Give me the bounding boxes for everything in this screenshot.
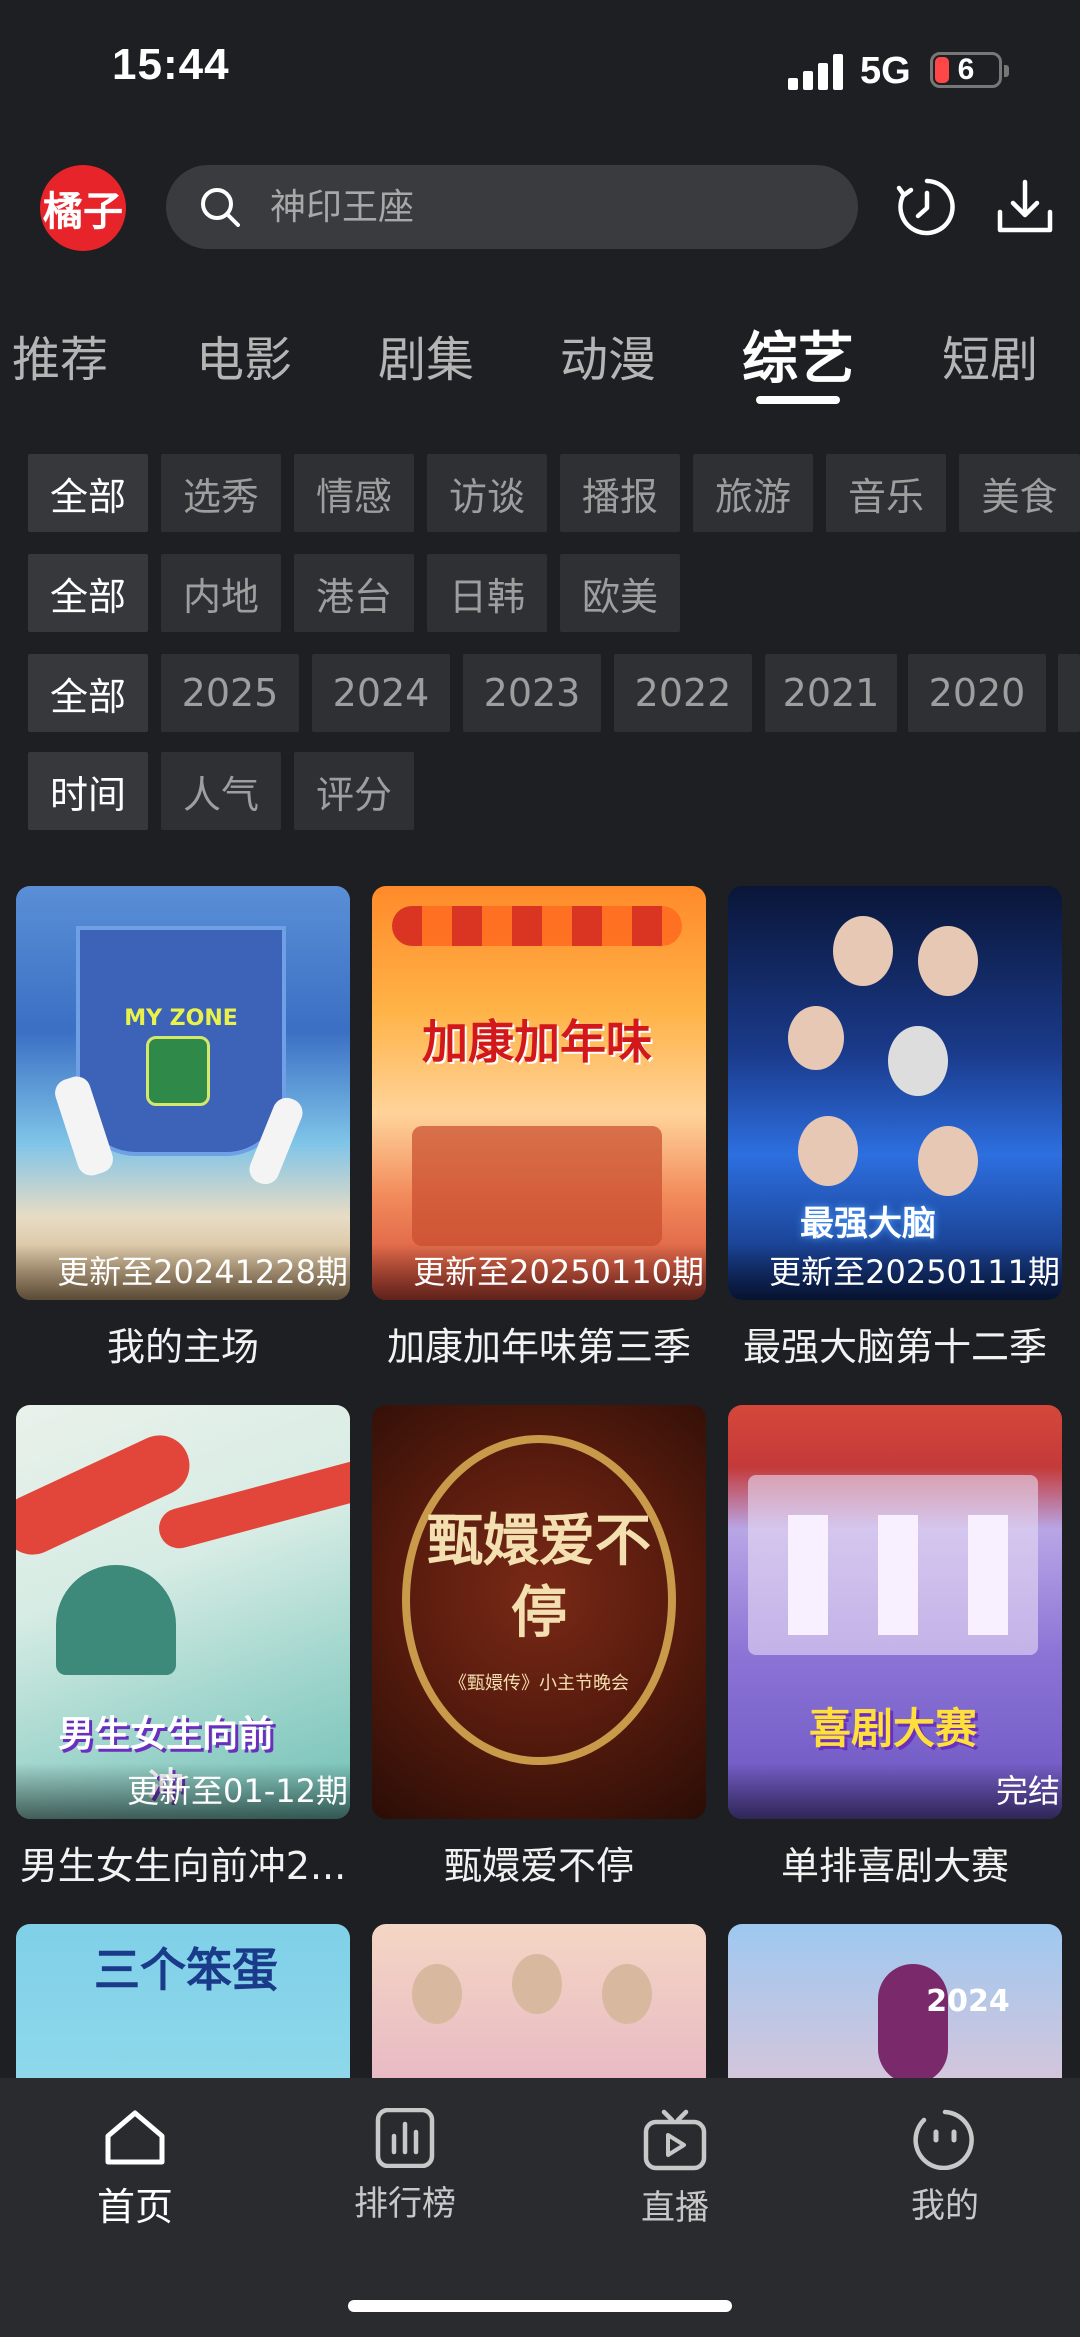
app-logo[interactable]: 橘子 [40,165,126,251]
nav-label: 我的 [911,2186,979,2226]
nav-label: 直播 [641,2188,709,2228]
update-badge: 更新至20250111期 [728,1244,1062,1300]
update-badge: 更新至20250110期 [372,1244,706,1300]
tab-anime[interactable]: 动漫 [560,320,656,390]
poster-art-text: 加康加年味 [422,1015,652,1069]
signal-icon [788,54,848,90]
filter-row-year: 全部 2025 2024 2023 2022 2021 2020 [0,654,1080,732]
filter-chip[interactable]: 全部 [28,454,148,532]
filter-chip[interactable]: 2022 [614,654,752,732]
poster-art-subtext: 《甄嬛传》小主节晚会 [449,1673,629,1694]
category-tabs: 推荐 电影 剧集 动漫 综艺 短剧 [0,310,1080,410]
filter-row-genre: 全部 选秀 情感 访谈 播报 旅游 音乐 美食 [0,454,1080,532]
filter-chip[interactable]: 播报 [560,454,680,532]
filter-chip[interactable]: 2025 [161,654,299,732]
live-tv-icon [643,2109,707,2171]
profile-face-icon [913,2109,974,2170]
show-poster: 加康加年味 更新至20250110期 [372,886,706,1300]
battery-icon: 6 [930,52,1009,88]
show-poster: 甄嬛爱不停 《甄嬛传》小主节晚会 [372,1405,706,1819]
show-poster: 最强大脑 更新至20250111期 [728,886,1062,1300]
filter-chip[interactable]: 日韩 [427,554,547,632]
nav-profile[interactable]: 我的 [845,2108,1045,2227]
tab-series[interactable]: 剧集 [378,320,474,390]
network-type: 5G [860,50,911,92]
filter-chip[interactable]: 2024 [312,654,450,732]
filter-row-region: 全部 内地 港台 日韩 欧美 [0,554,1080,632]
show-title: 最强大脑第十二季 [742,1325,1047,1369]
filter-chip[interactable]: 情感 [294,454,414,532]
filter-chip[interactable]: 全部 [28,654,148,732]
update-badge: 更新至20241228期 [16,1244,350,1300]
filter-chip[interactable]: 2023 [463,654,601,732]
ranking-icon [375,2108,435,2168]
update-badge: 更新至01-12期 [16,1763,350,1819]
download-icon[interactable] [994,176,1056,238]
active-tab-indicator [756,396,840,404]
filter-chip[interactable]: 选秀 [161,454,281,532]
filter-chip-overflow[interactable] [1058,654,1080,732]
show-poster: 男生女生向前冲 更新至01-12期 [16,1405,350,1819]
filter-chip[interactable]: 访谈 [427,454,547,532]
nav-label: 排行榜 [354,2184,456,2224]
bottom-navigation: 首页 排行榜 直播 我的 [0,2078,1080,2337]
filter-chip[interactable]: 欧美 [560,554,680,632]
filter-chip[interactable]: 全部 [28,554,148,632]
status-bar: 15:44 5G 6 [0,0,1080,140]
tab-variety[interactable]: 综艺 [742,314,854,395]
history-clock-icon[interactable] [896,176,958,238]
nav-home[interactable]: 首页 [35,2108,235,2231]
search-icon [201,188,240,227]
filter-chip[interactable]: 内地 [161,554,281,632]
filter-chip[interactable]: 2020 [908,654,1046,732]
tab-movie[interactable]: 电影 [196,320,292,390]
show-title: 加康加年味第三季 [386,1325,691,1369]
home-indicator [348,2300,732,2312]
show-title: 甄嬛爱不停 [443,1844,634,1888]
filter-chip[interactable]: 时间 [28,752,148,830]
poster-art-text: 最强大脑 [800,1204,936,1244]
show-poster: 喜剧大赛 完结 [728,1405,1062,1819]
poster-art-text: 喜剧大赛 [808,1704,977,1753]
poster-art-text: 甄嬛爱不停 [427,1508,651,1646]
show-title: 我的主场 [106,1325,259,1369]
filter-row-sort: 时间 人气 评分 [0,752,1080,830]
filter-chip[interactable]: 港台 [294,554,414,632]
tab-short-drama[interactable]: 短剧 [942,320,1038,390]
home-icon [105,2110,165,2165]
tab-recommend[interactable]: 推荐 [12,320,108,390]
filter-chip[interactable]: 评分 [294,752,414,830]
show-poster: MY ZONE 更新至20241228期 [16,886,350,1300]
show-title: 男生女生向前冲2... [19,1844,347,1888]
battery-level: 6 [957,53,975,86]
filter-chip[interactable]: 人气 [161,752,281,830]
nav-ranking[interactable]: 排行榜 [305,2108,505,2225]
filter-chip[interactable]: 音乐 [826,454,946,532]
show-title: 单排喜剧大赛 [780,1844,1009,1888]
search-bar[interactable] [166,165,858,249]
nav-label: 首页 [96,2185,173,2229]
nav-live[interactable]: 直播 [575,2108,775,2229]
update-badge: 完结 [728,1763,1062,1819]
filter-chip[interactable]: 旅游 [693,454,813,532]
poster-art-text: 三个笨蛋 [94,1943,278,1997]
poster-art-text: MY ZONE [124,1006,238,1031]
filter-chip[interactable]: 2021 [765,654,897,732]
status-time: 15:44 [112,40,230,89]
search-input[interactable] [270,179,830,235]
filter-chip[interactable]: 美食 [959,454,1080,532]
poster-art-text: 2024 [926,1984,1010,2019]
